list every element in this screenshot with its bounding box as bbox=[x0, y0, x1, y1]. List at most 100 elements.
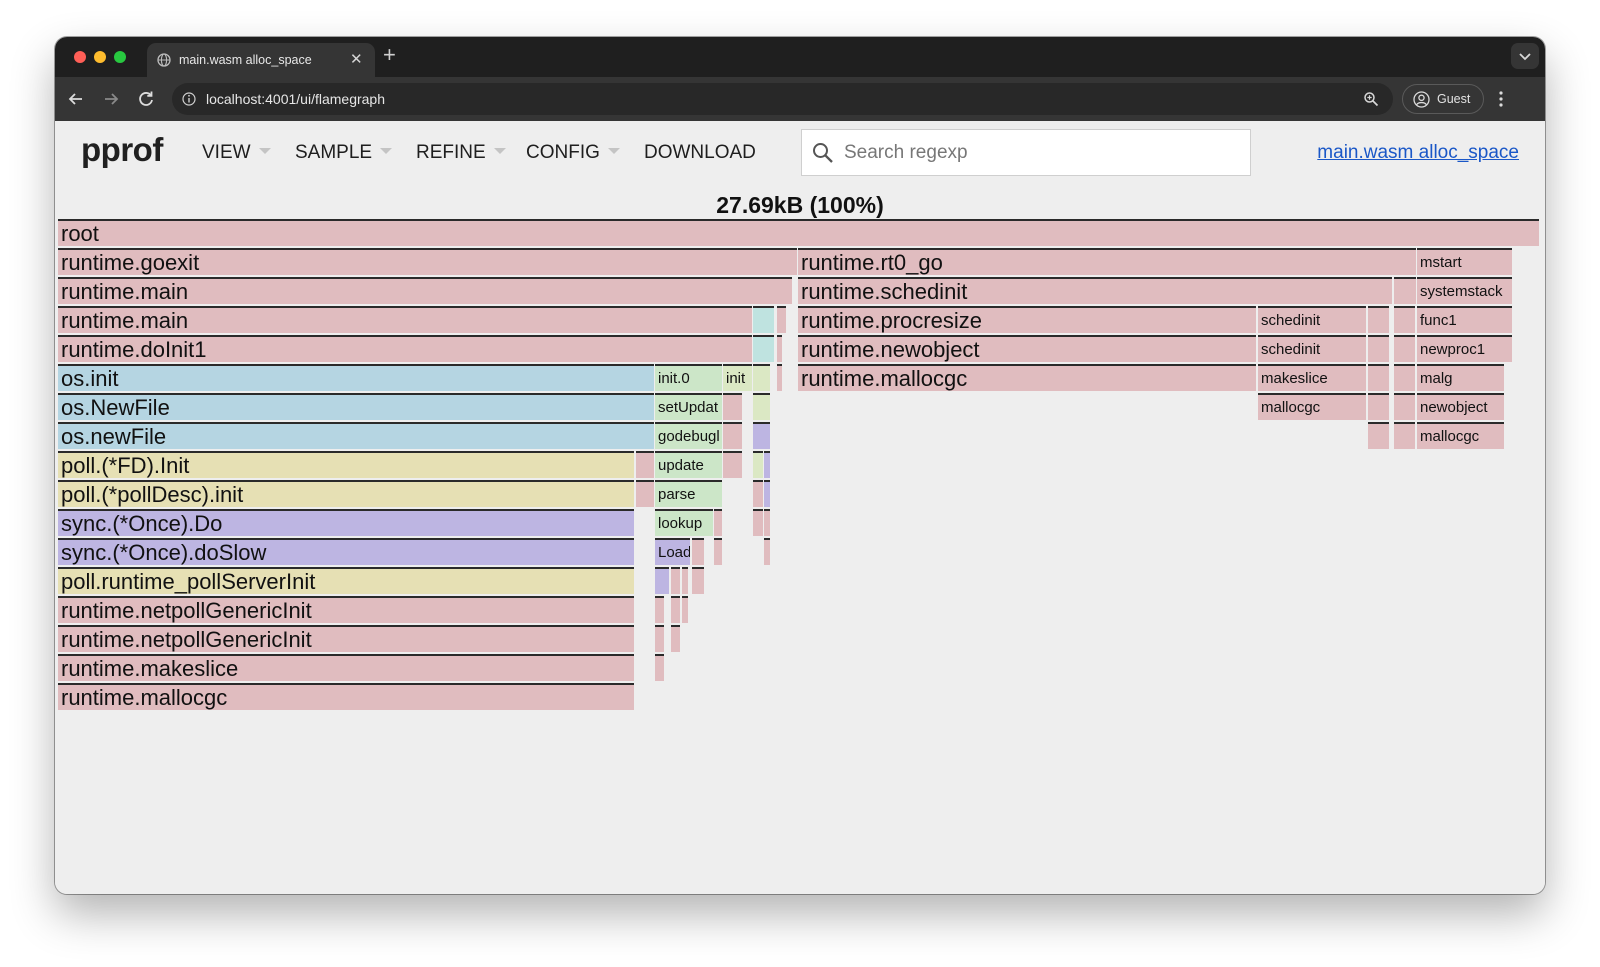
flame-frame[interactable] bbox=[682, 596, 688, 623]
flame-frame[interactable] bbox=[682, 567, 688, 594]
flame-frame[interactable] bbox=[764, 480, 770, 507]
flame-frame[interactable] bbox=[753, 480, 763, 507]
flame-frame[interactable]: sync.(*Once).Do bbox=[58, 509, 634, 536]
flame-frame[interactable]: systemstack bbox=[1417, 277, 1512, 304]
plus-icon[interactable]: + bbox=[383, 44, 396, 66]
flame-frame[interactable]: newobject bbox=[1417, 393, 1504, 420]
flame-frame[interactable] bbox=[692, 567, 704, 594]
flame-frame[interactable] bbox=[655, 596, 664, 623]
flame-frame[interactable] bbox=[753, 335, 774, 362]
flame-frame[interactable]: newproc1 bbox=[1417, 335, 1512, 362]
flame-frame[interactable]: runtime.schedinit bbox=[798, 277, 1392, 304]
flame-frame[interactable]: init bbox=[723, 364, 752, 391]
flame-frame[interactable]: malg bbox=[1417, 364, 1504, 391]
flame-frame[interactable] bbox=[714, 509, 722, 536]
flame-frame[interactable]: runtime.netpollGenericInit bbox=[58, 596, 634, 623]
flame-frame[interactable]: runtime.main bbox=[58, 306, 752, 333]
zoom-icon[interactable] bbox=[1363, 91, 1379, 107]
flame-frame[interactable]: Load bbox=[655, 538, 690, 565]
flame-frame[interactable]: runtime.netpollGenericInit bbox=[58, 625, 634, 652]
back-arrow-icon[interactable] bbox=[64, 87, 88, 111]
forward-arrow-icon[interactable] bbox=[99, 87, 123, 111]
flame-frame[interactable]: sync.(*Once).doSlow bbox=[58, 538, 634, 565]
flame-frame[interactable] bbox=[723, 451, 742, 478]
flame-frame[interactable]: os.init bbox=[58, 364, 654, 391]
flame-frame[interactable] bbox=[764, 451, 770, 478]
close-window-button[interactable] bbox=[74, 51, 86, 63]
flame-frame[interactable] bbox=[1368, 364, 1389, 391]
flame-frame[interactable] bbox=[692, 538, 704, 565]
kebab-menu-icon[interactable] bbox=[1496, 89, 1506, 109]
flame-frame[interactable] bbox=[764, 509, 770, 536]
flame-frame[interactable] bbox=[655, 625, 664, 652]
flame-frame[interactable] bbox=[1368, 393, 1389, 420]
menu-refine[interactable]: REFINE bbox=[416, 142, 506, 164]
flame-frame[interactable]: os.NewFile bbox=[58, 393, 654, 420]
flame-frame[interactable] bbox=[671, 625, 680, 652]
reload-icon[interactable] bbox=[134, 87, 158, 111]
flame-frame[interactable] bbox=[723, 422, 742, 449]
flame-frame[interactable] bbox=[753, 509, 763, 536]
menu-sample[interactable]: SAMPLE bbox=[295, 142, 393, 164]
flame-frame[interactable] bbox=[1394, 364, 1415, 391]
flame-frame[interactable]: parse bbox=[655, 480, 722, 507]
flame-frame[interactable]: runtime.rt0_go bbox=[798, 248, 1416, 275]
menu-config[interactable]: CONFIG bbox=[526, 142, 620, 164]
flame-frame[interactable]: setUpdat bbox=[655, 393, 722, 420]
flame-frame[interactable]: godebugl bbox=[655, 422, 722, 449]
flame-frame[interactable] bbox=[1394, 393, 1415, 420]
flame-frame[interactable]: runtime.procresize bbox=[798, 306, 1256, 333]
minimize-window-button[interactable] bbox=[94, 51, 106, 63]
flame-frame[interactable] bbox=[753, 422, 770, 449]
flame-frame[interactable] bbox=[671, 596, 680, 623]
flame-frame[interactable]: runtime.newobject bbox=[798, 335, 1256, 362]
flame-frame[interactable] bbox=[1394, 277, 1416, 304]
flame-frame[interactable] bbox=[671, 567, 680, 594]
flame-frame[interactable]: poll.(*pollDesc).init bbox=[58, 480, 634, 507]
flame-frame[interactable]: update bbox=[655, 451, 722, 478]
flame-frame[interactable] bbox=[714, 538, 722, 565]
flame-frame[interactable]: makeslice bbox=[1258, 364, 1366, 391]
flame-frame[interactable]: lookup bbox=[655, 509, 713, 536]
zoom-window-button[interactable] bbox=[114, 51, 126, 63]
app-logo[interactable]: pprof bbox=[81, 131, 163, 169]
flame-frame[interactable]: mallocgc bbox=[1417, 422, 1504, 449]
profile-button[interactable]: Guest bbox=[1402, 84, 1484, 114]
flame-frame[interactable]: init.0 bbox=[655, 364, 722, 391]
tab-search-button[interactable] bbox=[1511, 43, 1539, 69]
menu-view[interactable]: VIEW bbox=[202, 142, 271, 164]
flame-frame[interactable]: os.newFile bbox=[58, 422, 654, 449]
flame-frame[interactable] bbox=[723, 393, 742, 420]
flame-frame[interactable]: mallocgc bbox=[1258, 393, 1366, 420]
flame-frame[interactable] bbox=[655, 654, 664, 681]
flame-frame[interactable]: runtime.doInit1 bbox=[58, 335, 752, 362]
browser-tab[interactable]: main.wasm alloc_space ✕ bbox=[147, 43, 375, 77]
flame-frame[interactable]: runtime.goexit bbox=[58, 248, 797, 275]
flame-frame[interactable] bbox=[1394, 306, 1415, 333]
flame-frame[interactable] bbox=[636, 451, 654, 478]
flame-frame[interactable] bbox=[777, 335, 782, 362]
flame-frame[interactable]: func1 bbox=[1417, 306, 1512, 333]
flame-frame[interactable] bbox=[655, 567, 669, 594]
profile-link[interactable]: main.wasm alloc_space bbox=[1317, 142, 1519, 164]
info-icon[interactable] bbox=[182, 92, 196, 106]
flame-frame[interactable] bbox=[1394, 422, 1415, 449]
flame-frame[interactable] bbox=[1368, 422, 1389, 449]
flame-frame[interactable] bbox=[753, 306, 774, 333]
flame-frame[interactable] bbox=[753, 451, 763, 478]
flame-frame[interactable] bbox=[777, 306, 786, 333]
close-icon[interactable]: ✕ bbox=[350, 50, 363, 68]
flame-frame[interactable] bbox=[636, 480, 654, 507]
flame-frame[interactable]: runtime.main bbox=[58, 277, 792, 304]
address-bar[interactable]: localhost:4001/ui/flamegraph bbox=[172, 83, 1393, 115]
flame-frame[interactable]: mstart bbox=[1417, 248, 1512, 275]
menu-download[interactable]: DOWNLOAD bbox=[644, 142, 756, 164]
flame-frame[interactable]: poll.(*FD).Init bbox=[58, 451, 634, 478]
flame-frame[interactable] bbox=[1394, 335, 1415, 362]
flame-frame[interactable]: runtime.mallocgc bbox=[58, 683, 634, 710]
search-input[interactable] bbox=[842, 138, 1246, 168]
flame-frame[interactable] bbox=[1368, 306, 1389, 333]
flame-frame[interactable]: runtime.mallocgc bbox=[798, 364, 1256, 391]
flame-frame[interactable]: root bbox=[58, 219, 1539, 246]
flame-frame[interactable]: runtime.makeslice bbox=[58, 654, 634, 681]
